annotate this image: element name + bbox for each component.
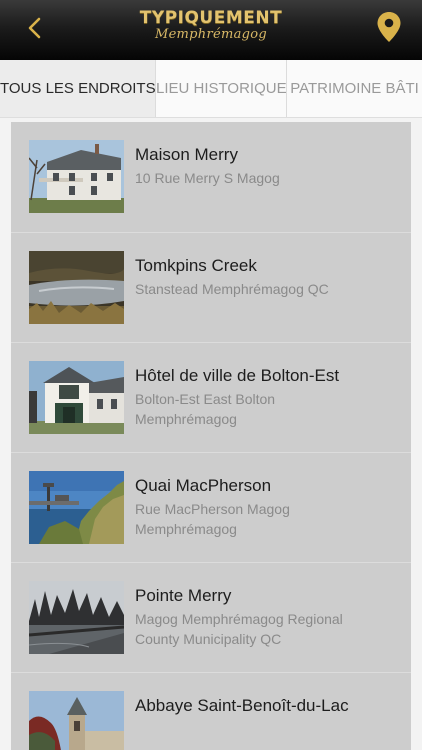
house-photo	[29, 140, 124, 213]
place-item[interactable]: Pointe Merry Magog Memphrémagog Regional…	[11, 562, 411, 673]
tab-tous-les-endroits[interactable]: TOUS LES ENDROITS	[0, 60, 155, 117]
place-thumbnail	[29, 691, 124, 750]
place-title: Quai MacPherson	[135, 476, 272, 495]
place-thumbnail	[29, 251, 124, 324]
place-thumbnail	[29, 581, 124, 654]
place-title: Pointe Merry	[135, 586, 232, 605]
place-title: Abbaye Saint-Benoît-du-Lac	[135, 696, 349, 715]
place-item[interactable]: Quai MacPherson Rue MacPherson Magog Mem…	[11, 452, 411, 563]
place-title: Hôtel de ville de Bolton-Est	[135, 366, 340, 385]
place-thumbnail	[29, 361, 124, 434]
logo-subtitle: Memphrémagog	[154, 27, 268, 42]
place-address: Magog Memphrémagog Regional County Munic…	[135, 611, 343, 647]
place-item[interactable]: Hôtel de ville de Bolton-Est Bolton-Est …	[11, 342, 411, 453]
place-title: Maison Merry	[135, 145, 238, 164]
places-list: Maison Merry 10 Rue Merry S Magog Tomkpi…	[11, 122, 411, 750]
place-item[interactable]: Abbaye Saint-Benoît-du-Lac	[11, 672, 411, 750]
place-title: Tomkpins Creek	[135, 256, 257, 275]
category-tabs: TOUS LES ENDROITS LIEU HISTORIQUE PATRIM…	[0, 60, 422, 118]
place-thumbnail	[29, 140, 124, 213]
place-item[interactable]: Tomkpins Creek Stanstead Memphrémagog QC	[11, 232, 411, 343]
place-item[interactable]: Maison Merry 10 Rue Merry S Magog	[11, 122, 411, 232]
app-header: TYPIQUEMENT Memphrémagog	[0, 0, 422, 60]
location-button[interactable]	[376, 11, 402, 43]
app-logo: TYPIQUEMENT Memphrémagog	[0, 8, 422, 42]
abbey-photo	[29, 691, 124, 750]
tab-patrimoine-bati[interactable]: PATRIMOINE BÂTI	[287, 60, 422, 117]
place-thumbnail	[29, 471, 124, 544]
map-pin-icon	[377, 12, 401, 42]
town-hall-photo	[29, 361, 124, 434]
shoreline-photo	[29, 581, 124, 654]
logo-title: TYPIQUEMENT	[139, 8, 283, 28]
creek-photo	[29, 251, 124, 324]
tab-lieu-historique[interactable]: LIEU HISTORIQUE	[156, 60, 286, 117]
wharf-photo	[29, 471, 124, 544]
place-address: Bolton-Est East Bolton Memphrémagog	[135, 391, 276, 427]
place-address: 10 Rue Merry S Magog	[135, 170, 280, 186]
place-address: Rue MacPherson Magog Memphrémagog	[135, 501, 290, 537]
place-address: Stanstead Memphrémagog QC	[135, 281, 329, 297]
